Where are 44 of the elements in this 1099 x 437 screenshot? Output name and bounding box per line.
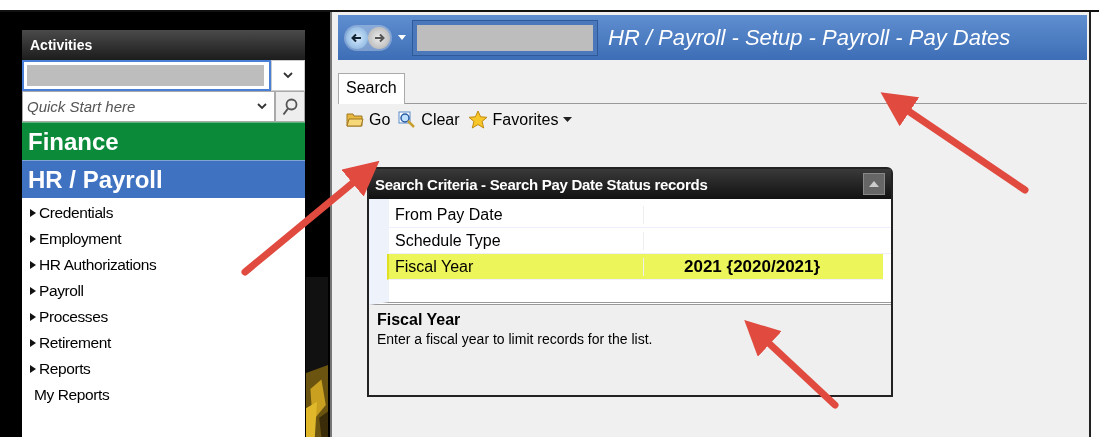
- menu-item[interactable]: My Reports: [22, 382, 110, 408]
- dropdown-button[interactable]: [271, 60, 305, 91]
- module-header[interactable]: Finance: [22, 122, 305, 160]
- search-icon: [282, 97, 298, 116]
- menu-item[interactable]: Processes: [22, 304, 108, 330]
- panel-title: Search Criteria - Search Pay Date Status records: [375, 175, 708, 193]
- menu-item[interactable]: HR Authorizations: [22, 252, 157, 278]
- help-title: Fiscal Year: [377, 311, 462, 329]
- magnifier-icon: [398, 110, 417, 129]
- expand-arrow-icon: [30, 261, 36, 269]
- panel-title: Activities: [22, 30, 305, 60]
- expand-arrow-icon: [30, 313, 36, 321]
- criteria-row[interactable]: Fiscal Year 2021 {2020/2021}: [387, 254, 883, 280]
- criteria-row[interactable]: From Pay Date: [389, 202, 891, 228]
- help-text: Enter a fiscal year to limit records for the list.: [377, 331, 653, 347]
- toolbar-button[interactable]: Go: [346, 110, 391, 129]
- menu-item[interactable]: Employment: [22, 226, 122, 252]
- field-value: 2021 {2020/2021}: [683, 256, 821, 277]
- triangle-icon: [869, 181, 879, 187]
- menu-item[interactable]: Reports: [22, 356, 91, 382]
- field-label: From Pay Date: [389, 205, 644, 224]
- menu-item[interactable]: Payroll: [22, 278, 84, 304]
- module-header[interactable]: HR / Payroll: [22, 160, 305, 198]
- menu-item[interactable]: Retirement: [22, 330, 111, 356]
- expand-arrow-icon: [30, 209, 36, 217]
- caret-icon[interactable]: [398, 35, 406, 40]
- activity-field[interactable]: [22, 60, 271, 91]
- window-title: HR / Payroll - Setup - Payroll - Pay Dates: [608, 24, 1011, 51]
- folder-icon: [346, 112, 364, 127]
- field-label: Schedule Type: [389, 231, 644, 250]
- expand-arrow-icon: [30, 235, 36, 243]
- star-icon: [467, 110, 488, 129]
- expand-arrow-icon: [30, 287, 36, 295]
- expand-arrow-icon: [30, 339, 36, 347]
- field-label: Fiscal Year: [389, 257, 644, 276]
- collapse-button[interactable]: [863, 173, 885, 195]
- expand-arrow-icon: [30, 365, 36, 373]
- menu-item[interactable]: Credentials: [22, 200, 113, 226]
- search-button[interactable]: [275, 91, 305, 122]
- tab[interactable]: Search: [338, 73, 405, 104]
- chevron-icon: [283, 72, 293, 79]
- navigation-buttons[interactable]: [344, 24, 392, 51]
- toolbar-button[interactable]: Clear: [398, 110, 460, 129]
- toolbar-button[interactable]: Favorites: [467, 110, 573, 129]
